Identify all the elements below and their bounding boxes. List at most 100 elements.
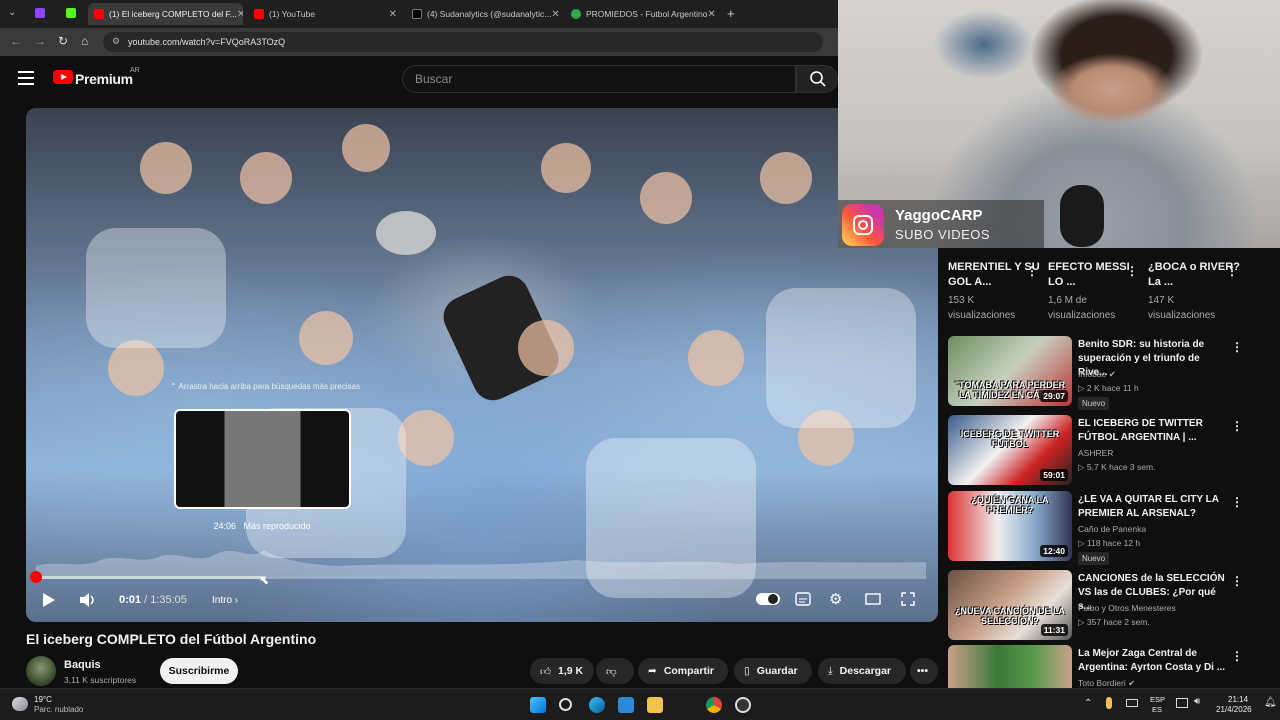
- tab-list-chevron-icon[interactable]: ⌄: [8, 7, 16, 18]
- recommendation-meta: ▷ 357 hace 2 sem.: [1078, 617, 1150, 627]
- notifications-icon[interactable]: 🔔︎: [1264, 697, 1277, 708]
- search-taskbar-icon[interactable]: [559, 698, 572, 711]
- dislike-button[interactable]: 👎︎: [596, 658, 634, 684]
- theater-button[interactable]: [865, 592, 881, 609]
- channel-name[interactable]: Baquis: [64, 659, 101, 671]
- back-icon[interactable]: ←: [10, 34, 22, 48]
- like-button[interactable]: 👍︎ 1,9 K: [530, 658, 594, 684]
- recommendation-menu-icon[interactable]: ⋮: [1231, 419, 1243, 433]
- subtitles-button[interactable]: [795, 592, 811, 609]
- short-views: 1,6 M de visualizaciones: [1048, 295, 1116, 321]
- tray-chevron-icon[interactable]: ⌃: [1084, 698, 1092, 709]
- search-input[interactable]: Buscar: [402, 65, 796, 93]
- time-display: 0:01 / 1:35:05: [119, 594, 187, 606]
- recommendation-item[interactable]: La Mejor Zaga Central de Argentina: Ayrt…: [948, 645, 1276, 688]
- clock-date[interactable]: 21/4/2026: [1216, 705, 1252, 714]
- obs-icon[interactable]: [735, 697, 751, 713]
- close-tab-icon[interactable]: ✕: [551, 9, 559, 20]
- mouse-cursor-icon: ⬉: [259, 573, 270, 587]
- site-info-icon[interactable]: ⚙: [112, 36, 120, 47]
- start-icon[interactable]: [530, 697, 546, 713]
- channel-avatar[interactable]: [26, 656, 56, 686]
- tab-label: PROMIEDOS - Futbol Argentino: [586, 9, 708, 19]
- chrome-icon[interactable]: [706, 697, 722, 713]
- recommendation-item[interactable]: ¿QUIÉN GANA LA PREMIER? 12:40 ¿LE VA A Q…: [948, 491, 1276, 567]
- recommendation-title: EL ICEBERG DE TWITTER FÚTBOL ARGENTINA |…: [1078, 418, 1203, 443]
- play-button[interactable]: [42, 592, 56, 611]
- settings-button[interactable]: ⚙: [829, 590, 842, 608]
- tab-promiedos[interactable]: PROMIEDOS - Futbol Argentino ✕: [565, 3, 720, 25]
- chapter-button[interactable]: Intro ›: [212, 595, 238, 606]
- tab-youtube[interactable]: (1) YouTube ✕: [248, 3, 403, 25]
- address-toolbar: ← → ↻ ⌂ ⚙ youtube.com/watch?v=FVQoRA3TOz…: [0, 28, 838, 56]
- edge-icon[interactable]: [589, 697, 605, 713]
- share-button[interactable]: ➦ Compartir: [638, 658, 728, 684]
- search-icon: [810, 71, 826, 87]
- weather-description: Parc. nublado: [34, 705, 84, 714]
- microphone-tray-icon[interactable]: [1106, 697, 1112, 709]
- video-thumbnail[interactable]: ICEBERG DE TWITTER FÚTBOL 59:01: [948, 415, 1072, 485]
- recommendation-item[interactable]: ICEBERG DE TWITTER FÚTBOL 59:01 EL ICEBE…: [948, 415, 1276, 487]
- seek-preview-thumbnail: [174, 409, 351, 509]
- pinned-tab-kick-icon[interactable]: [66, 8, 76, 18]
- search-button[interactable]: [796, 65, 838, 93]
- keyboard-tray-icon[interactable]: [1126, 699, 1138, 707]
- thumbs-down-icon: 👎︎: [606, 665, 617, 678]
- recommendation-item[interactable]: "TOMABA PARA PERDER LA TIMIDEZ EN CÁMA..…: [948, 336, 1276, 412]
- pinned-tab-twitch-icon[interactable]: [35, 8, 45, 18]
- tab-sudanalytics[interactable]: (4) Sudanalytics (@sudanalytic... ✕: [406, 3, 561, 25]
- close-tab-icon[interactable]: ✕: [707, 9, 715, 20]
- language-code[interactable]: ESP: [1150, 695, 1165, 704]
- video-thumbnail[interactable]: ¿QUIÉN GANA LA PREMIER? 12:40: [948, 491, 1072, 561]
- youtube-brand[interactable]: Premium: [75, 71, 133, 87]
- recommendation-menu-icon[interactable]: ⋮: [1231, 495, 1243, 509]
- youtube-logo-icon[interactable]: [53, 70, 73, 84]
- home-icon[interactable]: ⌂: [81, 34, 88, 48]
- video-thumbnail[interactable]: "TOMABA PARA PERDER LA TIMIDEZ EN CÁMA..…: [948, 336, 1072, 406]
- recommendation-item[interactable]: ¿NUEVA CANCIÓN DE LA SELECCIÓN? 11:31 CA…: [948, 570, 1276, 642]
- close-tab-icon[interactable]: ✕: [237, 9, 243, 20]
- more-actions-button[interactable]: •••: [910, 658, 938, 684]
- tab-iceberg[interactable]: (1) El iceberg COMPLETO del F... ✕: [88, 3, 243, 25]
- clock-time[interactable]: 21:14: [1228, 695, 1248, 704]
- recommendation-menu-icon[interactable]: ⋮: [1231, 574, 1243, 588]
- autoplay-toggle[interactable]: [756, 593, 780, 605]
- menu-icon[interactable]: [18, 71, 34, 85]
- speaker-icon[interactable]: 🔊︎: [1194, 696, 1200, 707]
- network-icon[interactable]: [1176, 698, 1188, 708]
- new-badge: Nuevo: [1078, 552, 1110, 565]
- close-tab-icon[interactable]: ✕: [389, 9, 397, 20]
- video-thumbnail[interactable]: [948, 645, 1072, 688]
- weather-icon[interactable]: [12, 697, 28, 711]
- promiedos-favicon-icon: [571, 9, 581, 19]
- new-tab-button[interactable]: +: [727, 6, 735, 21]
- forward-icon[interactable]: →: [34, 34, 46, 48]
- short-menu-icon[interactable]: ⋮: [1026, 264, 1038, 278]
- subtitles-icon: [795, 592, 811, 606]
- volume-button[interactable]: [79, 592, 97, 611]
- thumbnail-caption: ¿NUEVA CANCIÓN DE LA SELECCIÓN?: [955, 606, 1065, 626]
- progress-scrubber[interactable]: [30, 571, 42, 583]
- recommendation-menu-icon[interactable]: ⋮: [1231, 649, 1243, 663]
- url-field[interactable]: ⚙ youtube.com/watch?v=FVQoRA3TOzQ: [103, 32, 823, 52]
- video-duration: 59:01: [1040, 469, 1068, 481]
- short-menu-icon[interactable]: ⋮: [1126, 264, 1138, 278]
- tab-label: (1) YouTube: [269, 9, 315, 19]
- store-icon[interactable]: [618, 697, 634, 713]
- reload-icon[interactable]: ↻: [58, 34, 68, 48]
- seek-preview-label: 24:06 Más reproducido: [176, 521, 348, 531]
- download-icon: ⤓: [828, 664, 833, 677]
- recommendation-menu-icon[interactable]: ⋮: [1231, 340, 1243, 354]
- scrollbar-thumb[interactable]: [1272, 268, 1276, 688]
- video-thumbnail[interactable]: ¿NUEVA CANCIÓN DE LA SELECCIÓN? 11:31: [948, 570, 1072, 640]
- fullscreen-button[interactable]: [901, 592, 915, 609]
- recommendations-column: MERENTIEL Y SU GOL A... 153 K visualizac…: [938, 248, 1280, 688]
- video-duration: 11:31: [1040, 624, 1068, 636]
- short-menu-icon[interactable]: ⋮: [1226, 264, 1238, 278]
- file-explorer-icon[interactable]: [647, 697, 663, 713]
- download-button[interactable]: ⤓ Descargar: [818, 658, 906, 684]
- play-icon: [43, 593, 55, 607]
- save-button[interactable]: ▯ Guardar: [734, 658, 812, 684]
- keyboard-layout[interactable]: ES: [1152, 705, 1162, 714]
- subscribe-button[interactable]: Suscribirme: [160, 658, 238, 684]
